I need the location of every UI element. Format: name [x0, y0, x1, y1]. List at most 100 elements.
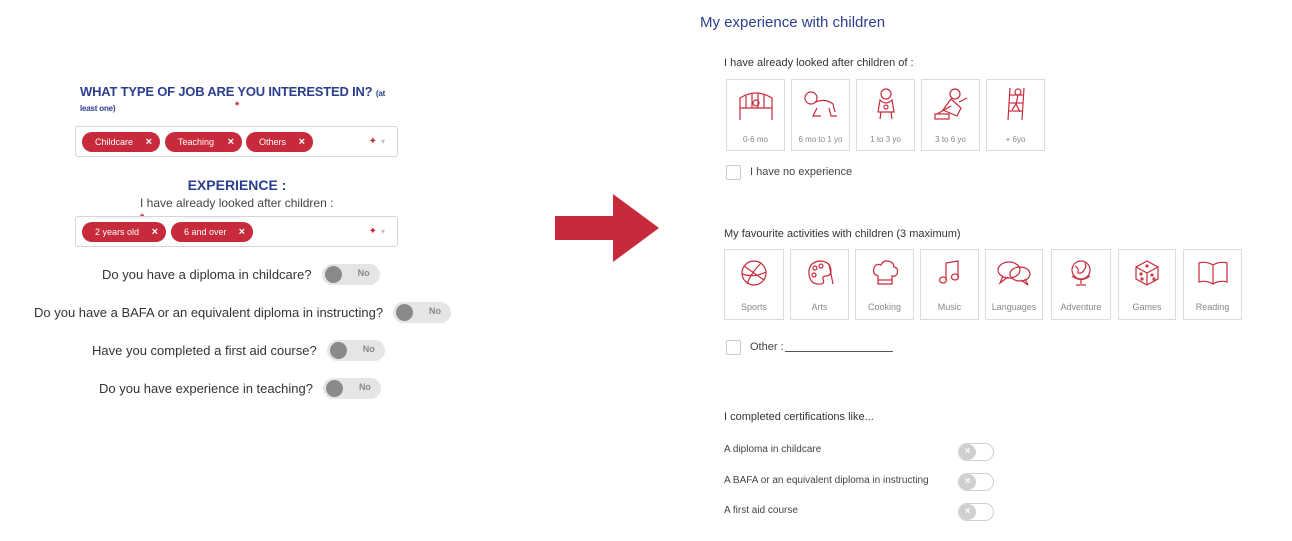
age-tile-label: 6 mo to 1 yo — [798, 135, 843, 144]
remove-chip-icon[interactable]: × — [228, 132, 234, 152]
activity-tile-reading[interactable]: Reading — [1183, 249, 1242, 320]
chip-label: Others — [259, 137, 287, 147]
question-text: Do you have a BAFA or an equivalent dipl… — [34, 304, 384, 320]
experience-subtitle-text: I have already looked after children : — [140, 196, 334, 210]
clear-icon[interactable]: ✦ — [369, 136, 377, 147]
activity-tile-adventure[interactable]: Adventure — [1051, 249, 1111, 320]
chip-childcare[interactable]: Childcare × — [82, 132, 160, 152]
experience-title: EXPERIENCE : — [187, 177, 287, 193]
job-type-question-text: WHAT TYPE OF JOB ARE YOU INTERESTED IN? — [80, 84, 373, 99]
cert-toggle-bafa[interactable]: × — [958, 473, 994, 491]
activity-label: Adventure — [1060, 302, 1102, 312]
age-tile-1-3-yo[interactable]: 1 to 3 yo — [856, 79, 915, 151]
chip-others[interactable]: Others × — [246, 132, 313, 152]
experience-select[interactable]: 2 years old × 6 and over × ✦ ▾ — [75, 216, 398, 247]
toggle-value: No — [429, 305, 442, 316]
activity-label: Games — [1132, 302, 1162, 312]
question-teaching: Do you have experience in teaching? No — [99, 376, 381, 400]
activity-tile-arts[interactable]: Arts — [790, 249, 849, 320]
question-first-aid: Have you completed a first aid course? N… — [92, 338, 385, 362]
old-form-panel: WHAT TYPE OF JOB ARE YOU INTERESTED IN? … — [0, 0, 480, 541]
activity-label: Sports — [740, 302, 767, 312]
yes-no-toggle[interactable]: No — [393, 301, 452, 323]
child-playing-icon — [933, 88, 967, 120]
yes-no-toggle[interactable]: No — [321, 263, 380, 285]
chip-6-and-over[interactable]: 6 and over × — [171, 222, 253, 242]
activity-label: Languages — [991, 302, 1037, 312]
crib-icon — [738, 92, 773, 120]
new-form-panel: My experience with children I have alrea… — [690, 0, 1292, 541]
age-tile-6-plus[interactable]: + 6yo — [986, 79, 1045, 151]
activities-label: My favourite activities with children (3… — [724, 228, 961, 240]
toggle-value: No — [358, 381, 371, 392]
toggle-knob — [324, 265, 342, 283]
other-activity-input[interactable] — [785, 351, 893, 352]
cert-label-childcare: A diploma in childcare — [724, 444, 822, 455]
toggle-knob — [329, 341, 347, 359]
crawling-baby-icon — [803, 91, 837, 117]
close-icon: × — [959, 444, 976, 460]
question-bafa: Do you have a BAFA or an equivalent dipl… — [34, 300, 452, 324]
globe-icon — [1071, 260, 1091, 286]
activity-tile-music[interactable]: Music — [920, 249, 979, 320]
chevron-down-icon[interactable]: ▾ — [381, 137, 385, 146]
remove-chip-icon[interactable]: × — [299, 132, 305, 152]
toggle-value: No — [357, 267, 370, 278]
job-type-question: WHAT TYPE OF JOB ARE YOU INTERESTED IN? … — [80, 84, 400, 114]
toggle-knob — [325, 379, 343, 397]
age-tile-label: + 6yo — [1005, 135, 1026, 144]
yes-no-toggle[interactable]: No — [326, 339, 385, 361]
cert-toggle-childcare[interactable]: × — [958, 443, 994, 461]
activity-label: Arts — [811, 302, 828, 312]
age-tile-0-6-mo[interactable]: 0-6 mo — [726, 79, 785, 151]
music-note-icon — [938, 260, 959, 284]
question-diploma-childcare: Do you have a diploma in childcare? No — [102, 262, 380, 286]
remove-chip-icon[interactable]: × — [239, 222, 245, 242]
age-tile-label: 3 to 6 yo — [935, 135, 966, 144]
chevron-down-icon[interactable]: ▾ — [381, 227, 385, 236]
activity-tile-games[interactable]: Games — [1118, 249, 1176, 320]
activity-tile-languages[interactable]: Languages — [985, 249, 1043, 320]
remove-chip-icon[interactable]: × — [152, 222, 158, 242]
job-type-select[interactable]: Childcare × Teaching × Others × ✦ ▾ — [75, 126, 398, 157]
cert-label-first-aid: A first aid course — [724, 505, 798, 516]
chip-label: 6 and over — [184, 227, 227, 237]
clear-icon[interactable]: ✦ — [369, 226, 377, 237]
chip-label: Childcare — [95, 137, 134, 147]
cert-toggle-first-aid[interactable]: × — [958, 503, 994, 521]
activity-tile-sports[interactable]: Sports — [724, 249, 784, 320]
age-tile-6mo-1yo[interactable]: 6 mo to 1 yo — [791, 79, 850, 151]
speech-bubbles-icon — [997, 261, 1031, 286]
question-text: Do you have experience in teaching? — [99, 380, 313, 396]
age-tile-label: 1 to 3 yo — [870, 135, 901, 144]
age-tile-label: 0-6 mo — [743, 135, 768, 144]
close-icon: × — [959, 474, 976, 490]
yes-no-toggle[interactable]: No — [322, 377, 381, 399]
chip-2-years-old[interactable]: 2 years old × — [82, 222, 166, 242]
toggle-value: No — [362, 343, 375, 354]
dice-icon — [1135, 260, 1159, 286]
toddler-icon — [876, 88, 895, 120]
other-activity-label: Other : — [750, 341, 784, 353]
book-icon — [1197, 261, 1228, 285]
remove-chip-icon[interactable]: × — [146, 132, 152, 152]
no-experience-label: I have no experience — [750, 166, 853, 178]
chef-hat-icon — [872, 260, 898, 285]
chip-label: 2 years old — [95, 227, 140, 237]
ages-label: I have already looked after children of … — [724, 57, 914, 69]
other-activity-checkbox[interactable] — [726, 340, 741, 355]
arrow-right-icon — [555, 194, 659, 262]
no-experience-checkbox[interactable] — [726, 165, 741, 180]
question-text: Have you completed a first aid course? — [92, 342, 317, 358]
select-controls[interactable]: ✦ ▾ — [369, 226, 385, 237]
cert-label-bafa: A BAFA or an equivalent diploma in instr… — [724, 475, 929, 486]
select-controls[interactable]: ✦ ▾ — [369, 136, 385, 147]
activity-tile-cooking[interactable]: Cooking — [855, 249, 914, 320]
chip-label: Teaching — [178, 137, 215, 147]
child-climbing-icon — [1006, 87, 1025, 121]
page-title: My experience with children — [700, 14, 886, 31]
age-tile-3-6-yo[interactable]: 3 to 6 yo — [921, 79, 980, 151]
chip-teaching[interactable]: Teaching × — [165, 132, 242, 152]
certifications-label: I completed certifications like... — [724, 411, 874, 423]
toggle-knob — [396, 303, 414, 321]
